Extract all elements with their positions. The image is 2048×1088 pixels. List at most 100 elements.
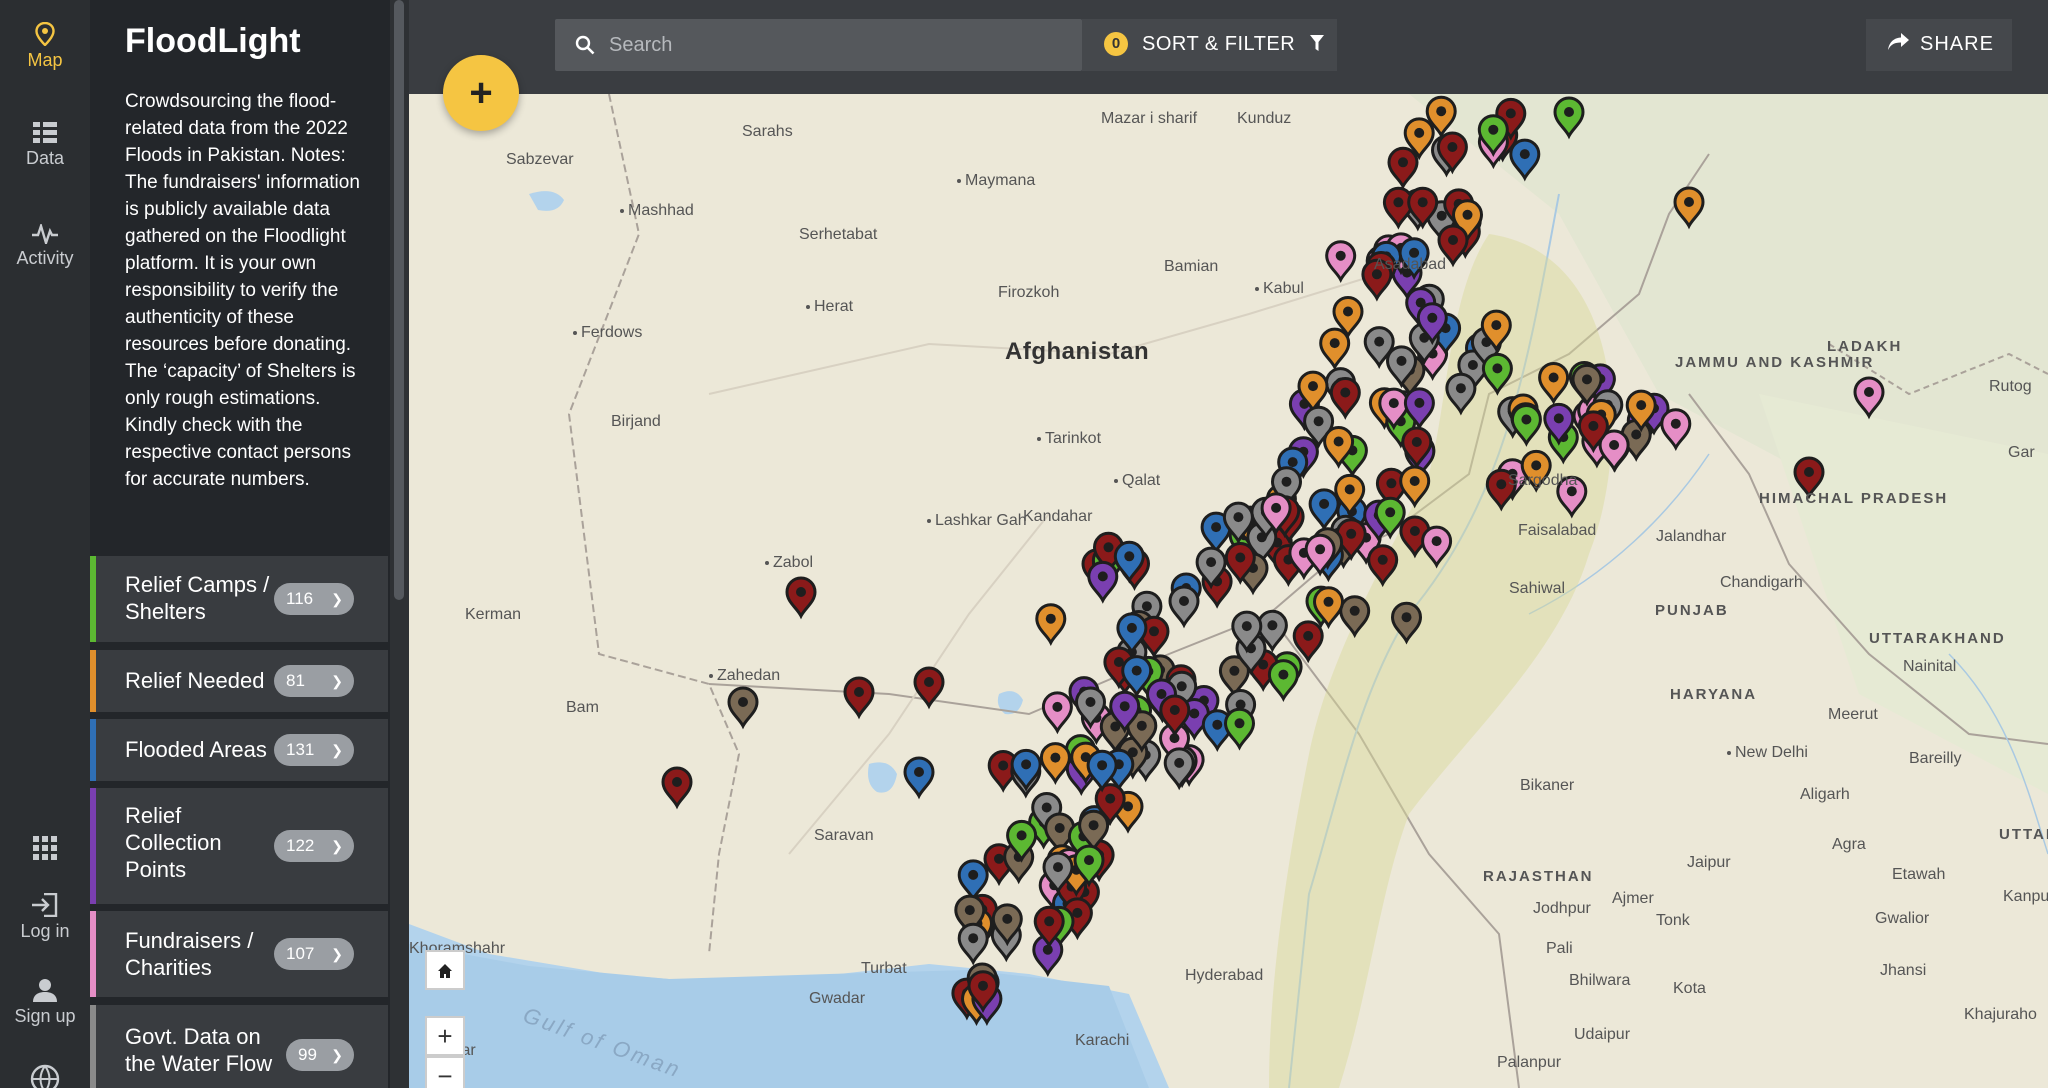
nav-item-activity[interactable]: Activity [0, 224, 90, 269]
login-icon [32, 893, 58, 917]
place-label: Etawah [1892, 866, 1946, 883]
layer-count: 99 [298, 1045, 317, 1064]
home-button[interactable] [425, 950, 465, 990]
place-label: Mashhad [620, 202, 694, 220]
layer-name: Flooded Areas [125, 737, 267, 762]
place-label: Bareilly [1909, 750, 1962, 767]
place-label: Rutog [1989, 378, 2032, 395]
layer-count-badge[interactable]: 81 ❯ [274, 665, 354, 697]
chevron-down-icon: ❯ [331, 946, 343, 962]
region-label: HIMACHAL PRADESH [1759, 490, 1949, 507]
region-label: RAJASTHAN [1483, 868, 1594, 885]
chevron-down-icon: ❯ [331, 591, 343, 607]
place-label: Zabol [765, 554, 813, 572]
layer-count-badge[interactable]: 131 ❯ [274, 734, 354, 766]
place-label: Nainital [1903, 658, 1957, 675]
app-root: Map Data Activity Log in Sign up FloodLi… [0, 0, 2048, 1088]
layer-count: 131 [286, 740, 315, 759]
layer-name: Relief Needed [125, 668, 265, 693]
nav-item-login[interactable]: Log in [0, 893, 90, 942]
layer-name: Fundraisers / Charities [125, 928, 254, 980]
place-label: Meerut [1828, 706, 1878, 723]
place-label: Maymana [957, 172, 1035, 190]
nav-item-label: Log in [20, 921, 70, 941]
add-button[interactable]: + [443, 55, 519, 131]
place-label: Bamian [1164, 258, 1219, 275]
layer-count: 116 [286, 589, 314, 608]
place-label: Qalat [1114, 472, 1160, 490]
place-label: Tonk [1656, 912, 1690, 929]
place-label: Chandigarh [1720, 574, 1803, 591]
nav-rail: Map Data Activity Log in Sign up [0, 0, 90, 1088]
nav-item-signup[interactable]: Sign up [0, 978, 90, 1027]
layer-govt-water-flow[interactable]: Govt. Data on the Water Flow 99 ❯ [90, 1005, 388, 1088]
chevron-down-icon: ❯ [331, 673, 343, 689]
nav-item-label: Sign up [14, 1006, 76, 1026]
place-label: Ajmer [1612, 890, 1654, 907]
place-label: Jaipur [1687, 854, 1731, 871]
region-label: UTTARAKHAND [1869, 630, 2006, 647]
place-label: Kerman [465, 606, 522, 623]
region-label: UTTAR PRADESH [1999, 826, 2048, 843]
place-label: Agra [1832, 836, 1866, 853]
zoom-in-button[interactable]: + [425, 1016, 465, 1056]
map-pin-icon [35, 22, 55, 46]
scrollbar-thumb[interactable] [394, 0, 404, 600]
search-icon [575, 35, 595, 55]
layer-relief-camps[interactable]: Relief Camps / Shelters 116 ❯ [90, 556, 388, 642]
layer-count-badge[interactable]: 122 ❯ [274, 830, 354, 862]
place-label: Gwalior [1875, 910, 1930, 927]
region-label: JAMMU AND KASHMIR [1675, 354, 1875, 371]
layer-count-badge[interactable]: 99 ❯ [286, 1039, 354, 1071]
layer-fundraisers[interactable]: Fundraisers / Charities 107 ❯ [90, 911, 388, 997]
place-label: New Delhi [1727, 744, 1808, 762]
layer-count: 122 [286, 836, 315, 855]
nav-item-label: Activity [16, 248, 74, 268]
place-label: Hyderabad [1185, 967, 1264, 984]
place-label: Serhetabat [799, 226, 878, 243]
place-label: Faisalabad [1518, 522, 1597, 539]
place-label: Sahiwal [1509, 580, 1566, 597]
chevron-down-icon: ❯ [331, 1047, 343, 1063]
share-button[interactable]: SHARE [1866, 19, 2012, 71]
chevron-down-icon: ❯ [331, 838, 343, 854]
layer-count: 81 [286, 671, 305, 690]
sort-filter-label: SORT & FILTER [1142, 33, 1296, 55]
top-bar: 0 SORT & FILTER SHARE [409, 0, 2048, 94]
layer-relief-needed[interactable]: Relief Needed 81 ❯ [90, 650, 388, 712]
place-label: Kandahar [1023, 508, 1093, 525]
globe-icon [30, 1064, 60, 1088]
layer-count-badge[interactable]: 107 ❯ [274, 938, 354, 970]
country-label: Afghanistan [1005, 338, 1150, 365]
place-label: Jalandhar [1656, 528, 1727, 545]
layer-name: Govt. Data on the Water Flow [125, 1024, 273, 1076]
search-input[interactable] [609, 19, 1069, 71]
place-label: Gwadar [809, 990, 866, 1007]
layer-flooded-areas[interactable]: Flooded Areas 131 ❯ [90, 719, 388, 781]
layer-name: Relief Collection Points [125, 803, 222, 882]
filter-count-badge: 0 [1104, 32, 1128, 56]
region-label: HARYANA [1670, 686, 1758, 703]
layer-count-badge[interactable]: 116 ❯ [274, 583, 354, 615]
place-label: Khajuraho [1964, 1006, 2037, 1023]
share-label: SHARE [1920, 33, 1994, 55]
search-box[interactable] [555, 19, 1082, 71]
nav-item-globe[interactable] [0, 1064, 90, 1088]
place-label: Gar [2008, 444, 2035, 461]
activity-icon [32, 224, 58, 244]
map-view[interactable]: Mashhad Sarahs Sabzevar Maymana Mazar i … [409, 94, 2048, 1088]
sort-filter-button[interactable]: 0 SORT & FILTER [1082, 19, 1337, 71]
layer-relief-collection[interactable]: Relief Collection Points 122 ❯ [90, 788, 388, 904]
place-label: Birjand [611, 413, 661, 430]
panel-scrollbar[interactable] [390, 0, 409, 1088]
nav-item-data[interactable]: Data [0, 122, 90, 169]
grid-icon [33, 836, 57, 860]
place-label: Jhansi [1880, 962, 1927, 979]
zoom-out-button[interactable]: − [425, 1056, 465, 1088]
place-label: Sabzevar [506, 151, 574, 168]
user-icon [33, 979, 57, 1002]
nav-item-map[interactable]: Map [0, 22, 90, 71]
nav-item-apps[interactable] [0, 836, 90, 860]
place-label: Sarahs [742, 123, 793, 140]
nav-item-label: Data [25, 148, 65, 168]
